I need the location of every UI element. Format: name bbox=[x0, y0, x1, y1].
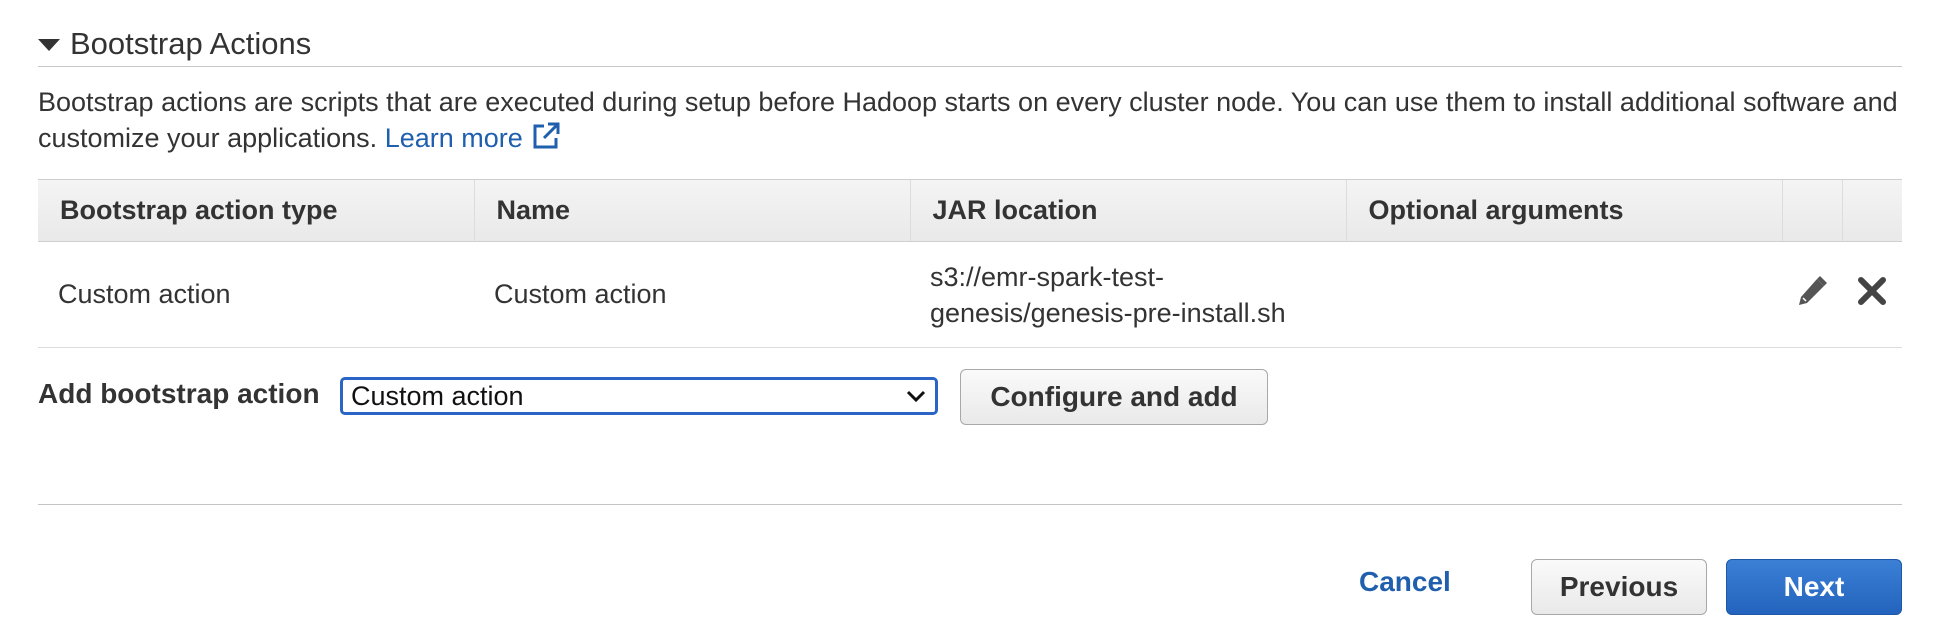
previous-button[interactable]: Previous bbox=[1531, 559, 1707, 615]
cell-action-type: Custom action bbox=[38, 241, 474, 348]
external-link-icon[interactable] bbox=[531, 121, 561, 151]
table-header-row: Bootstrap action type Name JAR location … bbox=[38, 179, 1902, 242]
cell-optional-arguments bbox=[1346, 241, 1782, 348]
section-title: Bootstrap Actions bbox=[70, 26, 312, 61]
cancel-link[interactable]: Cancel bbox=[1359, 566, 1451, 598]
jar-location-text: s3://emr-spark-test-genesis/genesis-pre-… bbox=[930, 261, 1286, 328]
column-header-optional-arguments: Optional arguments bbox=[1345, 179, 1782, 242]
column-header-name: Name bbox=[473, 179, 910, 242]
next-button[interactable]: Next bbox=[1726, 559, 1902, 615]
bootstrap-action-select[interactable]: Custom action bbox=[340, 377, 938, 415]
configure-and-add-button[interactable]: Configure and add bbox=[960, 369, 1268, 425]
chevron-down-icon[interactable] bbox=[905, 389, 927, 403]
learn-more-label[interactable]: Learn more bbox=[385, 123, 523, 153]
cell-action-name: Custom action bbox=[474, 241, 910, 348]
caret-down-icon[interactable] bbox=[38, 39, 60, 51]
close-x-icon[interactable] bbox=[1855, 274, 1889, 308]
section-description: Bootstrap actions are scripts that are e… bbox=[38, 84, 1898, 156]
cell-delete bbox=[1842, 241, 1902, 348]
bootstrap-actions-section-header[interactable]: Bootstrap Actions bbox=[38, 22, 1902, 67]
cell-edit bbox=[1782, 241, 1842, 348]
description-text: Bootstrap actions are scripts that are e… bbox=[38, 87, 1898, 153]
column-header-jar-location: JAR location bbox=[909, 179, 1346, 242]
cell-jar-location: s3://emr-spark-test-genesis/genesis-pre-… bbox=[910, 241, 1346, 348]
select-selected-value[interactable]: Custom action bbox=[351, 381, 905, 412]
learn-more-link[interactable]: Learn more bbox=[385, 121, 561, 153]
column-header-edit bbox=[1781, 179, 1842, 242]
bootstrap-actions-table: Bootstrap action type Name JAR location … bbox=[38, 179, 1902, 348]
add-bootstrap-action-label: Add bootstrap action bbox=[38, 378, 320, 409]
table-row: Custom action Custom action s3://emr-spa… bbox=[38, 241, 1902, 348]
pencil-icon[interactable] bbox=[1795, 274, 1829, 308]
footer-divider bbox=[38, 504, 1902, 505]
column-header-type: Bootstrap action type bbox=[38, 179, 474, 242]
column-header-delete bbox=[1841, 179, 1902, 242]
